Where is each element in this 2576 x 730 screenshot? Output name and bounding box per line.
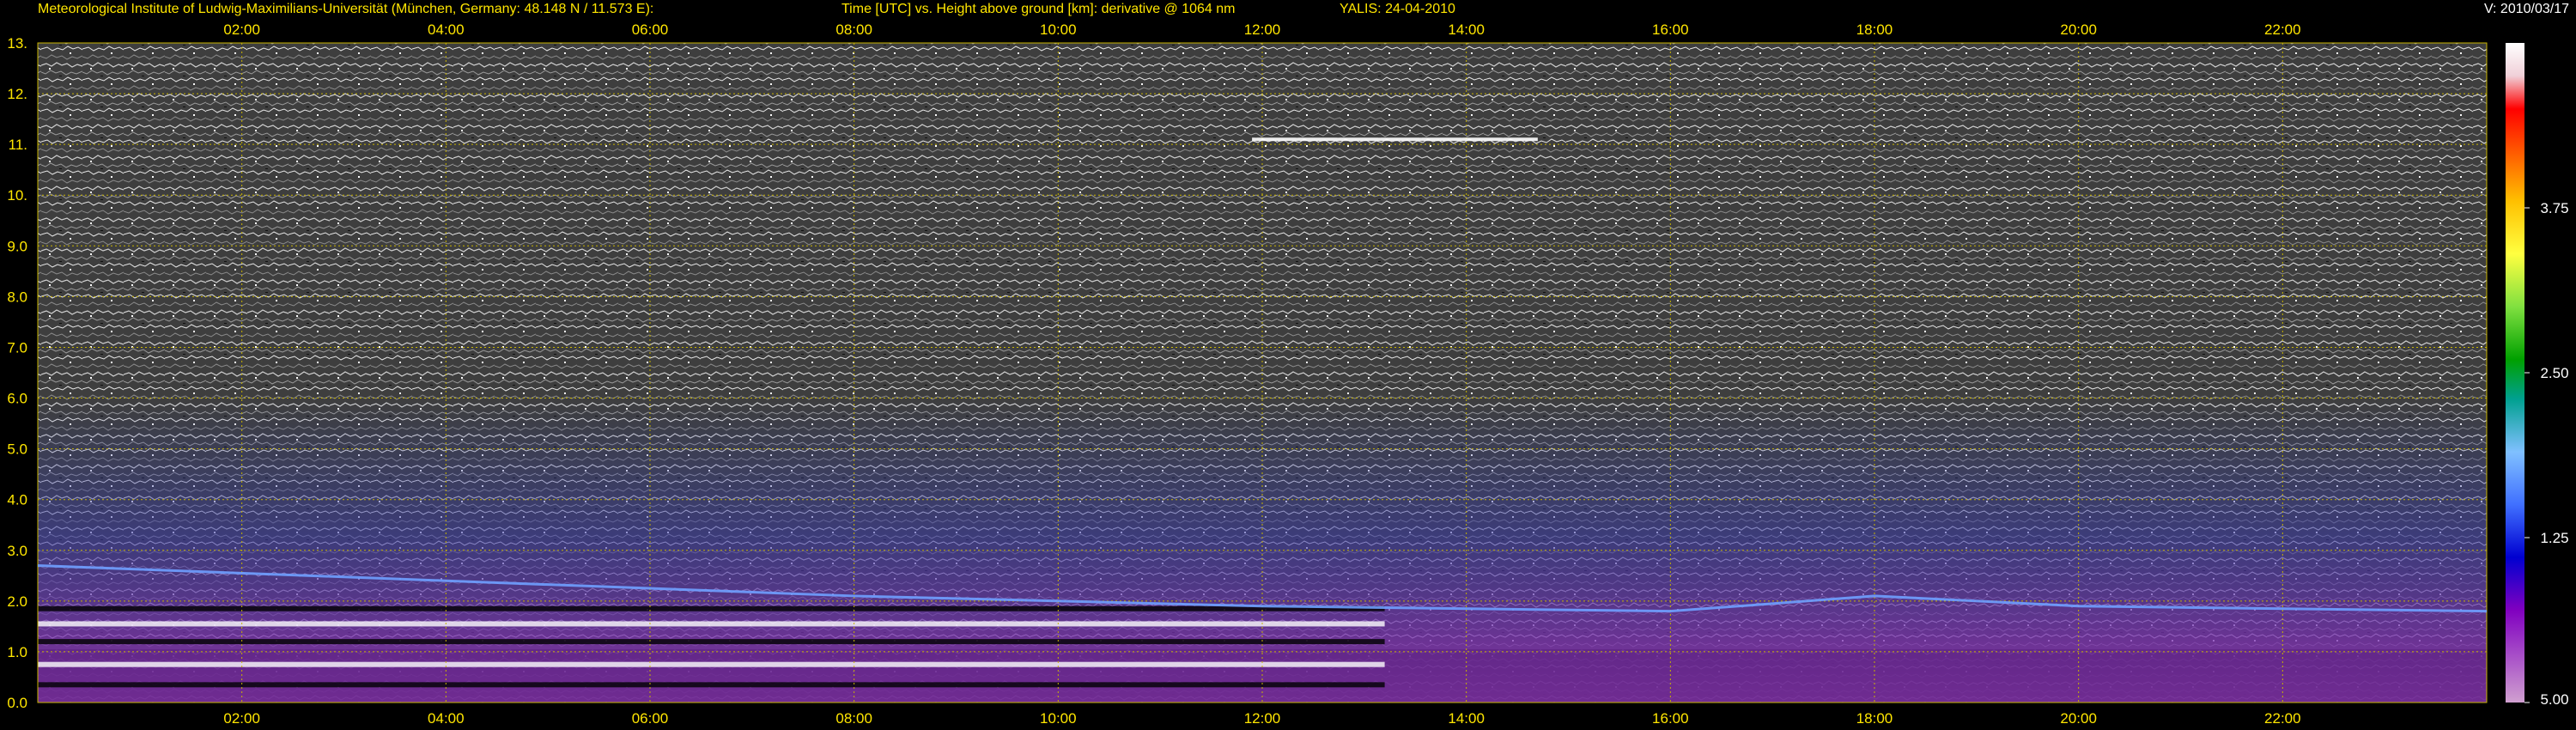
x-tick-label-top: 12:00 — [1244, 21, 1281, 38]
y-tick-label: 13. — [7, 35, 27, 52]
y-tick-label: 12. — [7, 86, 27, 102]
x-tick-label-top: 04:00 — [428, 21, 465, 38]
x-tick-label-bottom: 02:00 — [223, 710, 260, 727]
surface-band — [38, 661, 1385, 667]
y-tick-label: 1.0 — [7, 644, 27, 660]
x-tick-label-top: 10:00 — [1040, 21, 1077, 38]
x-tick-label-bottom: 22:00 — [2264, 710, 2301, 727]
y-axis: 0.0 1.0 2.0 3.0 4.0 5.0 6.0 7.0 8.0 9.0 10. 11. 12. 1… — [7, 35, 27, 711]
x-tick-label-top: 02:00 — [223, 21, 260, 38]
x-tick-label-top: 22:00 — [2264, 21, 2301, 38]
y-tick-label: 10. — [7, 187, 27, 204]
y-tick-label: 4.0 — [7, 492, 27, 508]
x-tick-label-bottom: 12:00 — [1244, 710, 1281, 727]
x-tick-label-bottom: 10:00 — [1040, 710, 1077, 727]
x-tick-label-bottom: 20:00 — [2060, 710, 2097, 727]
y-tick-label: 0.0 — [7, 695, 27, 711]
x-tick-label-bottom: 08:00 — [835, 710, 872, 727]
y-tick-label: 2.0 — [7, 593, 27, 610]
x-tick-label-bottom: 06:00 — [632, 710, 669, 727]
y-tick-label: 5.0 — [7, 441, 27, 458]
surface-band — [38, 639, 1385, 645]
x-tick-label-top: 16:00 — [1652, 21, 1689, 38]
y-tick-label: 11. — [9, 137, 27, 153]
x-tick-label-top: 20:00 — [2060, 21, 2097, 38]
colorbar-tick-label: 5.00 — [2540, 691, 2568, 708]
colorbar: 3.75 2.50 1.25 5.00 — [2506, 43, 2569, 708]
x-tick-label-bottom: 16:00 — [1652, 710, 1689, 727]
y-tick-label: 8.0 — [7, 289, 27, 305]
x-tick-label-bottom: 18:00 — [1856, 710, 1893, 727]
colorbar-tick-label: 3.75 — [2540, 200, 2568, 216]
x-axis-top: 02:00 04:00 06:00 08:00 10:00 12:00 14:00 16:00… — [223, 21, 2300, 38]
y-tick-label: 6.0 — [7, 391, 27, 407]
lidar-time-height-chart: 02:00 04:00 06:00 08:00 10:00 12:00 14:00 16:00… — [7, 21, 2569, 727]
colorbar-tick-label: 1.25 — [2540, 530, 2568, 546]
x-tick-label-bottom: 14:00 — [1448, 710, 1485, 727]
x-tick-label-top: 18:00 — [1856, 21, 1893, 38]
x-axis-bottom: 02:00 04:00 06:00 08:00 10:00 12:00 14:00 16:00… — [223, 710, 2300, 727]
y-tick-label: 9.0 — [7, 238, 27, 254]
colorbar-scale — [2506, 43, 2524, 703]
y-tick-label: 3.0 — [7, 543, 27, 559]
x-tick-label-bottom: 04:00 — [428, 710, 465, 727]
x-tick-label-top: 14:00 — [1448, 21, 1485, 38]
x-tick-label-top: 08:00 — [835, 21, 872, 38]
y-tick-label: 7.0 — [7, 339, 27, 356]
x-tick-label-top: 06:00 — [632, 21, 669, 38]
surface-band — [38, 605, 1385, 611]
surface-band — [38, 682, 1385, 688]
surface-band — [38, 621, 1385, 627]
colorbar-tick-label: 2.50 — [2540, 365, 2568, 381]
